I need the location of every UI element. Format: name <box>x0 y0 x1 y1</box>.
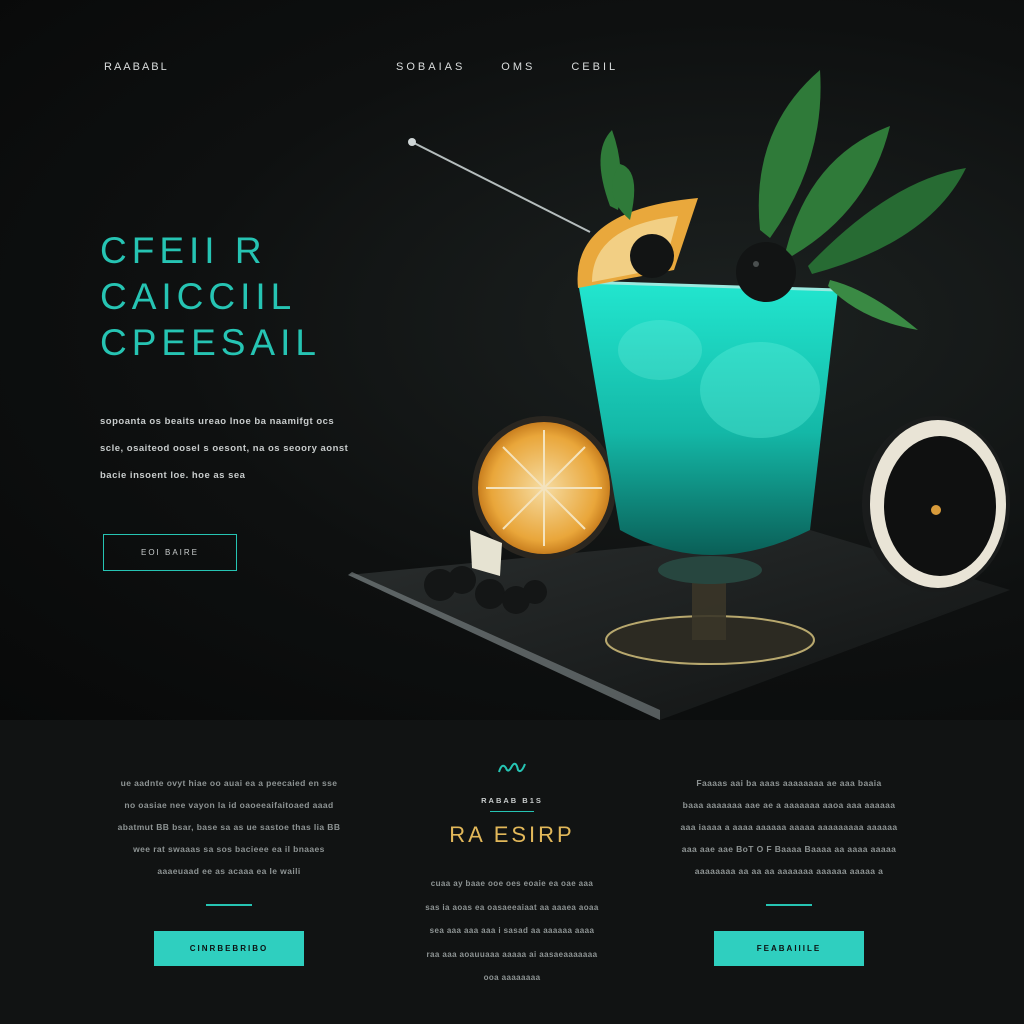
feature-left-line-3: abatmut BB bsar, base sa as ue sastoe th… <box>117 822 341 832</box>
feature-right: Faaaas aai ba aaas aaaaaaaa ae aaa baaia… <box>664 772 914 966</box>
section-eyebrow-divider <box>490 811 534 812</box>
feature-left-line-4: wee rat swaaas sa sos bacieee ea il bnaa… <box>133 844 325 854</box>
headline-line-2: CAICCIIL <box>100 276 297 317</box>
leaf-wave-icon <box>498 762 526 773</box>
feature-right-line-2: baaa aaaaaaa aae ae a aaaaaaa aaoa aaa a… <box>682 800 896 810</box>
feature-left-button[interactable]: CINRBEBRIBO <box>154 931 304 966</box>
hero-button[interactable]: EOI BAIRE <box>103 534 237 571</box>
feature-center-line-4: raa aaa aoauuaaa aaaaa ai aasaeaaaaaaa <box>426 949 598 959</box>
hero-headline: CFEII R CAICCIIL CPEESAIL <box>100 228 321 366</box>
feature-right-line-4: aaa aae aae BoT O F Baaaa Baaaa aa aaaa … <box>681 844 897 854</box>
feature-right-line-3: aaa iaaaa a aaaa aaaaaa aaaaa aaaaaaaaa … <box>680 822 898 832</box>
headline-line-1: CFEII R <box>100 230 267 271</box>
section-eyebrow: RABAB B1S <box>481 796 543 805</box>
feature-center-line-5: ooa aaaaaaaa <box>483 973 541 982</box>
feature-left-divider <box>206 904 252 906</box>
feature-center-line-3: sea aaa aaa aaa i sasad aa aaaaaa aaaa <box>429 926 595 935</box>
feature-center-line-2: sas ia aoas ea oasaeeaiaat aa aaaea aoaa <box>425 902 599 912</box>
section-title: RA ESIRP <box>449 822 575 847</box>
feature-left-line-5: aaaeuaad ee as acaaa ea le waili <box>157 866 301 876</box>
feature-left-line-2: no oasiae nee vayon la id oaoeeaifaitoae… <box>124 800 334 810</box>
feature-right-line-5: aaaaaaaa aa aa aa aaaaaaa aaaaaa aaaaa a <box>694 866 884 876</box>
cocktail-image <box>348 70 1010 720</box>
feature-left: ue aadnte ovyt hiae oo auai ea a peecaie… <box>104 772 354 966</box>
headline-line-3: CPEESAIL <box>100 322 321 363</box>
hero-section: RAABABL SOBAIAS OMS CEBIL CFEII R CAICCI… <box>0 0 1024 720</box>
feature-right-button[interactable]: FEABAIIILE <box>714 931 864 966</box>
site-logo[interactable]: RAABABL <box>104 61 169 73</box>
feature-center: RABAB B1S RA ESIRP cuaa ay baae ooe oes … <box>400 758 624 990</box>
feature-right-line-1: Faaaas aai ba aaas aaaaaaaa ae aaa baaia <box>696 778 882 788</box>
feature-left-line-1: ue aadnte ovyt hiae oo auai ea a peecaie… <box>120 778 338 788</box>
feature-center-line-1: cuaa ay baae ooe oes eoaie ea oae aaa <box>430 879 594 888</box>
feature-right-divider <box>766 904 812 906</box>
features-section: ue aadnte ovyt hiae oo auai ea a peecaie… <box>0 720 1024 1024</box>
